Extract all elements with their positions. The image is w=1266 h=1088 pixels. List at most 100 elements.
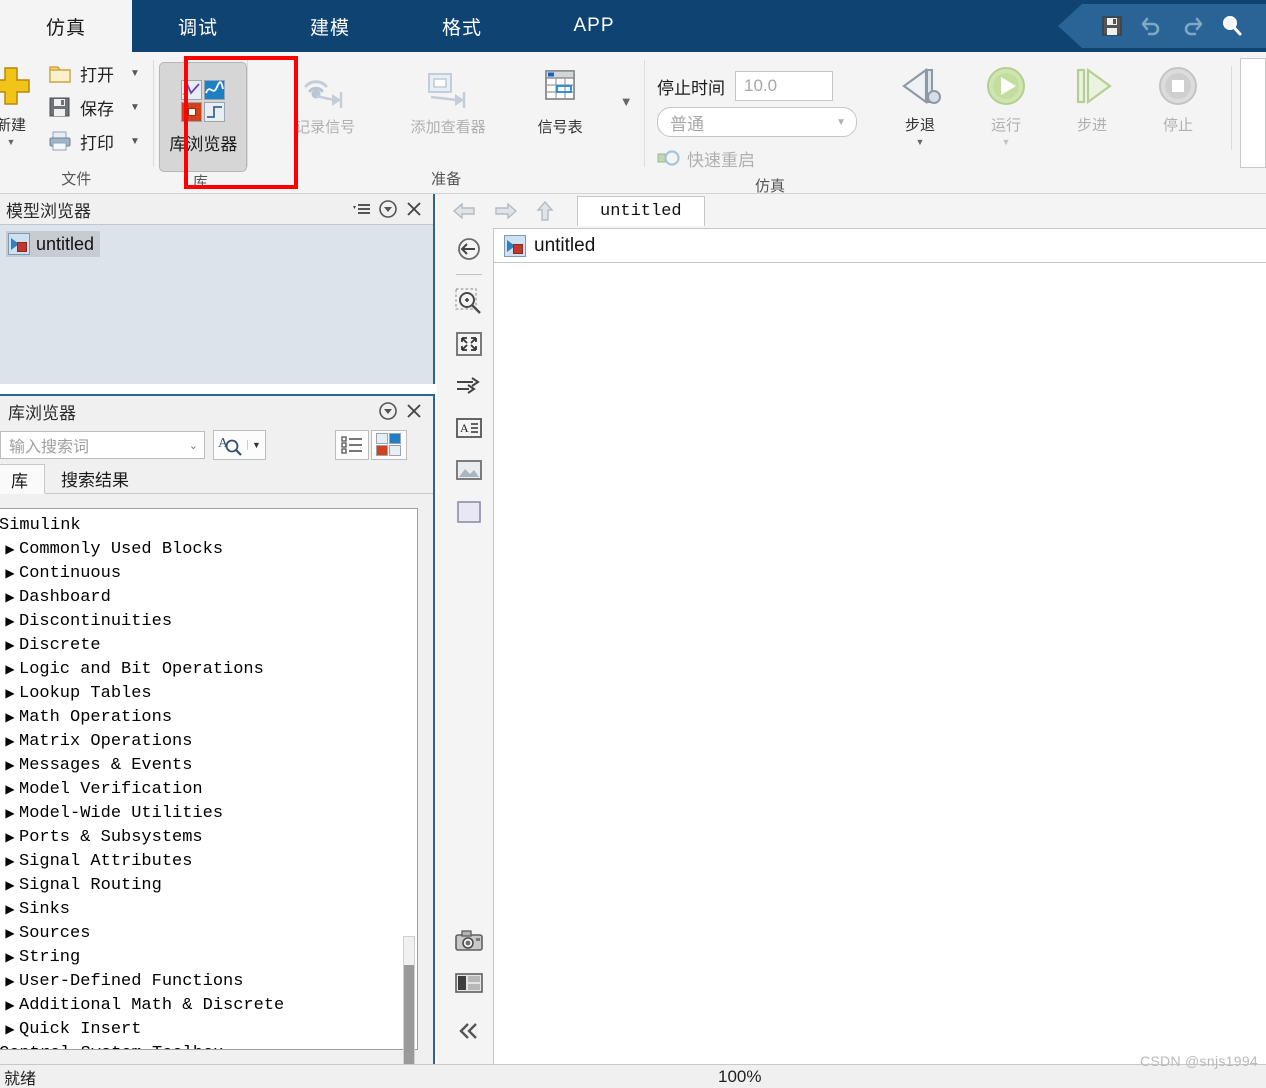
save-icon[interactable]: [1095, 9, 1129, 43]
collapse-icon[interactable]: [449, 1010, 489, 1052]
tab-modeling[interactable]: 建模: [264, 0, 396, 52]
chevron-down-icon[interactable]: ▼: [1002, 137, 1011, 147]
log-signals-button[interactable]: 记录信号: [266, 58, 384, 137]
close-icon[interactable]: [401, 399, 427, 423]
library-tree-item[interactable]: ▶Control System Toolbox: [0, 1041, 417, 1050]
chevron-right-icon[interactable]: ▶: [1, 878, 19, 893]
library-tree-item[interactable]: ▶ Commonly Used Blocks: [0, 537, 417, 561]
chevron-down-icon[interactable]: ▼: [620, 94, 633, 109]
new-model-button[interactable]: 新建 ▼: [0, 58, 40, 147]
chevron-down-icon[interactable]: ▼: [130, 102, 140, 113]
library-tree-item[interactable]: ▶ Math Operations: [0, 705, 417, 729]
save-button[interactable]: 保存 ▼: [44, 90, 144, 124]
chevron-right-icon[interactable]: ▶: [1, 806, 19, 821]
prepare-group-expand-button[interactable]: ▼: [608, 58, 644, 109]
add-viewer-button[interactable]: 添加查看器: [384, 58, 512, 137]
run-button[interactable]: 运行 ▼: [963, 58, 1049, 147]
stop-button[interactable]: 停止: [1135, 58, 1221, 135]
camera-icon[interactable]: [449, 920, 489, 962]
library-tree-item[interactable]: ▶ Matrix Operations: [0, 729, 417, 753]
chevron-right-icon[interactable]: ▶: [1, 566, 19, 581]
tab-library[interactable]: 库: [0, 464, 45, 494]
tab-simulation[interactable]: 仿真: [0, 0, 132, 52]
library-tree-item[interactable]: ▶ Dashboard: [0, 585, 417, 609]
library-browser-button[interactable]: 库浏览器: [159, 62, 248, 172]
library-tree-item[interactable]: ▶ Discontinuities: [0, 609, 417, 633]
library-tree-item[interactable]: ▶ Logic and Bit Operations: [0, 657, 417, 681]
tab-format[interactable]: 格式: [396, 0, 528, 52]
library-tree[interactable]: ▼Simulink▶Commonly Used Blocks▶Continuou…: [0, 508, 418, 1050]
chevron-down-icon[interactable]: ▼: [916, 137, 925, 147]
library-tree-item[interactable]: ▶ Sources: [0, 921, 417, 945]
library-tree-item[interactable]: ▶ Quick Insert: [0, 1017, 417, 1041]
open-button[interactable]: 打开 ▼: [44, 56, 144, 90]
step-back-button[interactable]: 步退 ▼: [877, 58, 963, 147]
chevron-right-icon[interactable]: ▶: [1, 830, 19, 845]
search-options-button[interactable]: A ▼: [213, 430, 266, 460]
forward-icon[interactable]: [485, 196, 525, 226]
signal-routing-icon[interactable]: [449, 365, 489, 407]
chevron-down-icon[interactable]: ▼: [130, 136, 140, 147]
redo-icon[interactable]: [1175, 9, 1209, 43]
chevron-right-icon[interactable]: ▶: [1, 542, 19, 557]
chevron-right-icon[interactable]: ▶: [1, 638, 19, 653]
chevron-down-icon[interactable]: ▼: [247, 440, 261, 450]
library-tree-item[interactable]: ▶ Continuous: [0, 561, 417, 585]
chevron-right-icon[interactable]: ▶: [1, 782, 19, 797]
compare-icon[interactable]: [449, 962, 489, 1004]
navigate-back-icon[interactable]: [449, 228, 489, 270]
library-tree-item[interactable]: ▶ Signal Routing: [0, 873, 417, 897]
chevron-right-icon[interactable]: ▶: [1, 590, 19, 605]
chevron-right-icon[interactable]: ▶: [1, 998, 19, 1013]
library-tree-item[interactable]: ▶ Model Verification: [0, 777, 417, 801]
fast-restart-toggle[interactable]: 快速重启: [657, 146, 755, 171]
tab-apps[interactable]: APP: [528, 0, 660, 52]
list-view-button[interactable]: [335, 430, 369, 460]
library-search-input[interactable]: 输入搜索词 ⌄: [0, 431, 205, 459]
chevron-right-icon[interactable]: ▶: [1, 902, 19, 917]
library-tree-item[interactable]: ▶ User-Defined Functions: [0, 969, 417, 993]
library-tree-item[interactable]: ▶ Messages & Events: [0, 753, 417, 777]
annotation-icon[interactable]: A: [449, 407, 489, 449]
area-icon[interactable]: [449, 491, 489, 533]
chevron-right-icon[interactable]: ▶: [1, 734, 19, 749]
chevron-down-icon[interactable]: ⌄: [189, 439, 198, 452]
library-tree-item[interactable]: ▶ Model-Wide Utilities: [0, 801, 417, 825]
chevron-right-icon[interactable]: ▶: [1, 662, 19, 677]
search-icon[interactable]: [1215, 9, 1249, 43]
back-icon[interactable]: [445, 196, 485, 226]
tab-search-results[interactable]: 搜索结果: [45, 463, 145, 493]
model-browser-tree[interactable]: untitled: [0, 224, 433, 384]
zoom-in-icon[interactable]: [449, 281, 489, 323]
chevron-right-icon[interactable]: ▶: [1, 950, 19, 965]
chevron-right-icon[interactable]: ▶: [1, 1022, 19, 1037]
library-tree-item[interactable]: ▶ Lookup Tables: [0, 681, 417, 705]
tab-debug[interactable]: 调试: [132, 0, 264, 52]
panel-menu-icon[interactable]: [375, 399, 401, 423]
up-icon[interactable]: [525, 196, 565, 226]
image-icon[interactable]: [449, 449, 489, 491]
close-icon[interactable]: [401, 197, 427, 221]
library-tree-item[interactable]: ▶ Discrete: [0, 633, 417, 657]
signal-table-button[interactable]: 信号表: [512, 58, 608, 137]
model-browser-item-untitled[interactable]: untitled: [6, 231, 101, 257]
simulation-mode-select[interactable]: 普通 ▼: [657, 107, 857, 137]
stop-time-input[interactable]: [735, 71, 833, 101]
library-tree-item[interactable]: ▶ Sinks: [0, 897, 417, 921]
chevron-down-icon[interactable]: ▼: [130, 68, 140, 79]
document-tab-untitled[interactable]: untitled: [577, 196, 705, 226]
undo-icon[interactable]: [1135, 9, 1169, 43]
chevron-right-icon[interactable]: ▶: [1, 710, 19, 725]
chevron-right-icon[interactable]: ▶: [1, 926, 19, 941]
panel-menu-icon[interactable]: [375, 197, 401, 221]
library-tree-item[interactable]: ▼Simulink: [0, 513, 417, 537]
model-canvas[interactable]: untitled: [493, 228, 1266, 1064]
chevron-right-icon[interactable]: ▶: [1, 974, 19, 989]
print-button[interactable]: 打印 ▼: [44, 124, 144, 158]
chevron-down-icon[interactable]: ▼: [7, 137, 16, 147]
block-view-button[interactable]: [371, 430, 407, 460]
library-tree-item[interactable]: ▶ Ports & Subsystems: [0, 825, 417, 849]
ribbon-overflow-panel[interactable]: [1240, 58, 1266, 168]
view-options-icon[interactable]: [349, 197, 375, 221]
library-tree-item[interactable]: ▶ Additional Math & Discrete: [0, 993, 417, 1017]
